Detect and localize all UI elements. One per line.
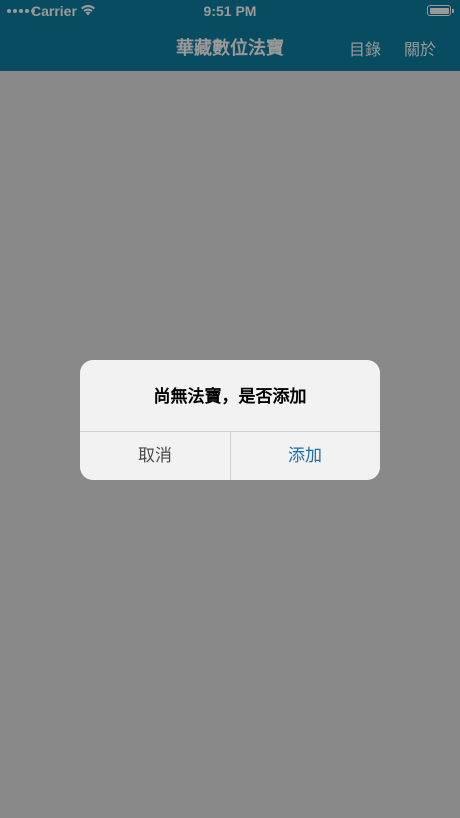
add-button[interactable]: 添加 bbox=[230, 432, 380, 480]
alert-message: 尚無法寶，是否添加 bbox=[153, 387, 307, 407]
cancel-button[interactable]: 取消 bbox=[80, 432, 230, 480]
app-screen: Carrier 9:51 PM 華藏數位法寶 目錄 關於 尚無法寶，是否添加 取… bbox=[0, 0, 460, 818]
alert-dialog: 尚無法寶，是否添加 取消 添加 bbox=[80, 360, 380, 480]
